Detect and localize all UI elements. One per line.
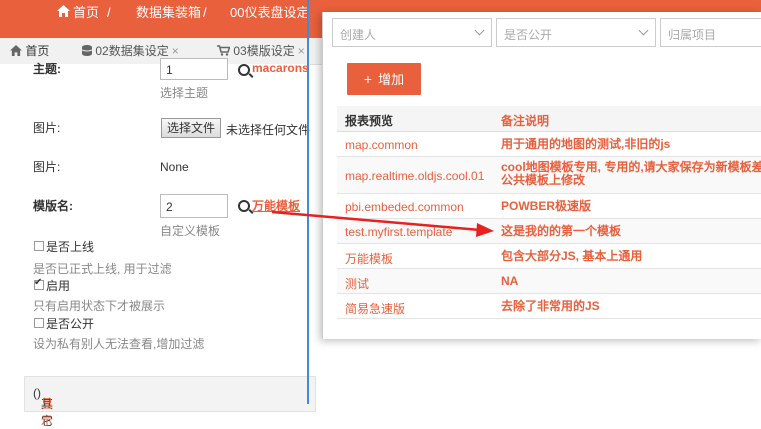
arrow-annotation [271, 210, 494, 237]
